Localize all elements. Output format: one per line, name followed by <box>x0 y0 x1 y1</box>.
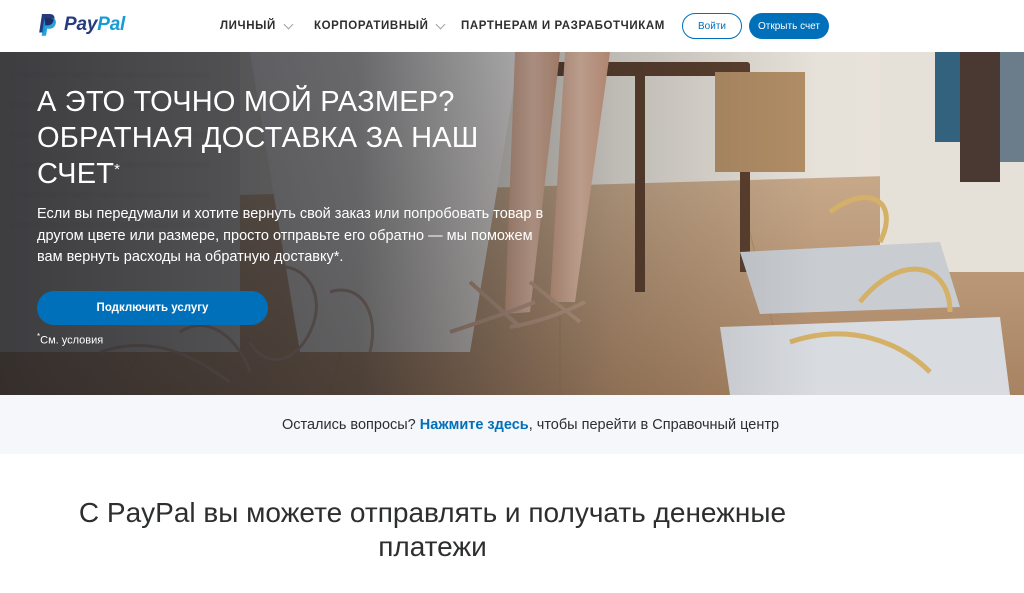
nav-personal[interactable]: ЛИЧНЫЙ <box>220 19 294 32</box>
chevron-down-icon <box>436 19 446 29</box>
help-banner: Остались вопросы? Нажмите здесь, чтобы п… <box>0 395 1024 454</box>
login-button[interactable]: Войти <box>682 13 742 39</box>
terms-link[interactable]: *См. условия <box>37 332 103 347</box>
nav-partners[interactable]: ПАРТНЕРАМ И РАЗРАБОТЧИКАМ <box>461 20 665 32</box>
logo-text-pal: Pal <box>97 14 126 35</box>
signup-button[interactable]: Открыть счет <box>749 13 829 39</box>
paypal-logo[interactable]: PayPal <box>37 12 125 38</box>
nav-personal-label: ЛИЧНЫЙ <box>220 20 276 32</box>
nav-business-label: КОРПОРАТИВНЫЙ <box>314 20 429 32</box>
help-center-link[interactable]: Нажмите здесь <box>420 417 529 433</box>
enable-service-button[interactable]: Подключить услугу <box>37 291 268 325</box>
help-text-before: Остались вопросы? <box>281 416 420 433</box>
paypal-p-icon <box>39 14 56 36</box>
hero-description: Если вы передумали и хотите вернуть свой… <box>37 206 544 265</box>
chevron-down-icon <box>283 19 294 29</box>
nav-partners-label: ПАРТНЕРАМ И РАЗРАБОТЧИКАМ <box>461 20 665 32</box>
hero-title: А ЭТО ТОЧНО МОЙ РАЗМЕР? ОБРАТНАЯ ДОСТАВК… <box>37 84 507 192</box>
hero-banner: А ЭТО ТОЧНО МОЙ РАЗМЕР? ОБРАТНАЯ ДОСТАВК… <box>0 52 1024 395</box>
hero-title-text: А ЭТО ТОЧНО МОЙ РАЗМЕР? ОБРАТНАЯ ДОСТАВК… <box>37 86 479 190</box>
nav-business[interactable]: КОРПОРАТИВНЫЙ <box>314 19 446 32</box>
section-heading: С PayPal вы можете отправлять и получать… <box>78 497 787 562</box>
hero-title-asterisk: * <box>114 161 121 178</box>
terms-label: См. условия <box>40 334 104 347</box>
site-header: PayPal ЛИЧНЫЙ КОРПОРАТИВНЫЙ ПАРТНЕРАМ И … <box>0 0 1024 52</box>
help-text-after: , чтобы перейти в Справочный центр <box>528 416 780 433</box>
logo-text-pay: Pay <box>64 14 98 35</box>
